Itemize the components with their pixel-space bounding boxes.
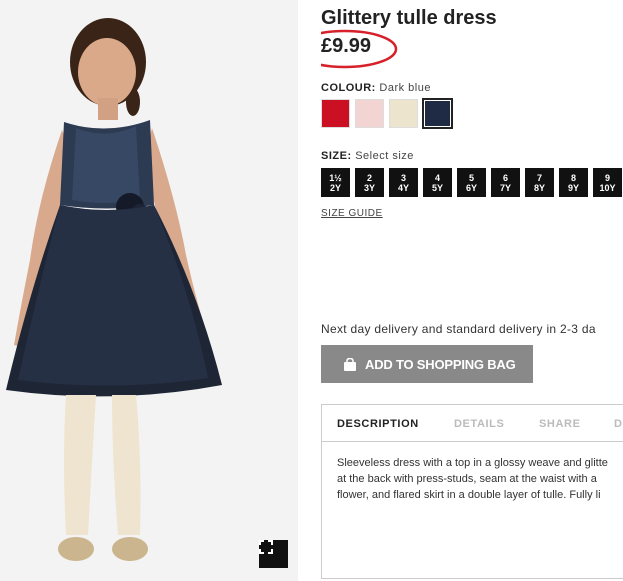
size-top: 4 [434, 172, 440, 183]
size-prompt: Select size [355, 150, 414, 162]
size-label: SIZE: [321, 150, 352, 162]
size-button[interactable]: 4 5Y [423, 168, 452, 197]
swatch-cream[interactable] [389, 99, 418, 128]
description-text: Sleeveless dress with a top in a glossy … [337, 455, 623, 503]
product-photo [0, 0, 298, 581]
size-bottom: 2Y [329, 182, 341, 193]
tab-description[interactable]: DESCRIPTION [337, 418, 419, 430]
product-title: Glittery tulle dress [321, 7, 497, 29]
size-bottom: 6Y [465, 182, 477, 193]
tab-share[interactable]: SHARE [539, 418, 581, 430]
size-button[interactable]: 2 3Y [355, 168, 384, 197]
size-button[interactable]: 3 4Y [389, 168, 418, 197]
size-bottom: 9Y [567, 182, 579, 193]
add-to-bag-label: ADD TO SHOPPING BAG [365, 356, 516, 372]
fullscreen-button[interactable] [259, 540, 288, 568]
size-bottom: 7Y [499, 182, 511, 193]
size-top: 2 [366, 172, 372, 183]
colour-label: COLOUR: [321, 82, 376, 94]
size-top: 1½ [329, 172, 342, 183]
product-image[interactable] [0, 0, 298, 581]
description-line: at the back with press-studs, seam at th… [337, 473, 597, 485]
size-guide-link[interactable]: SIZE GUIDE [321, 208, 383, 219]
size-button[interactable]: 7 8Y [525, 168, 554, 197]
add-to-bag-button[interactable]: ADD TO SHOPPING BAG [321, 345, 533, 383]
tab-details[interactable]: DETAILS [454, 418, 504, 430]
colour-swatches [321, 98, 453, 129]
swatch-light-pink[interactable] [355, 99, 384, 128]
size-bottom: 3Y [363, 182, 375, 193]
size-bottom: 10Y [599, 182, 616, 193]
delivery-info: Next day delivery and standard delivery … [321, 322, 596, 336]
colour-label-row: COLOUR: Dark blue [321, 82, 431, 94]
colour-selected-value: Dark blue [379, 82, 431, 94]
swatch-dark-blue[interactable] [422, 98, 453, 129]
size-bottom: 8Y [533, 182, 545, 193]
size-top: 5 [468, 172, 474, 183]
size-button[interactable]: 1½ 2Y [321, 168, 350, 197]
size-top: 8 [570, 172, 576, 183]
size-label-row: SIZE: Select size [321, 150, 414, 162]
size-button[interactable]: 8 9Y [559, 168, 588, 197]
size-top: 9 [604, 172, 610, 183]
size-button[interactable]: 6 7Y [491, 168, 520, 197]
product-price: £9.99 [321, 35, 372, 57]
size-button[interactable]: 9 10Y [593, 168, 622, 197]
size-top: 3 [400, 172, 406, 183]
size-options: 1½ 2Y 2 3Y 3 4Y 4 5Y 5 6Y 6 7Y 7 8Y 8 9Y 9 10Y [321, 168, 622, 197]
tab-delivery[interactable]: D [614, 418, 623, 430]
shopping-bag-icon [344, 357, 356, 371]
size-bottom: 4Y [397, 182, 409, 193]
size-button[interactable]: 5 6Y [457, 168, 486, 197]
size-top: 7 [536, 172, 542, 183]
description-line: Sleeveless dress with a top in a glossy … [337, 457, 608, 469]
tab-bar: DESCRIPTION DETAILS SHARE D [322, 405, 623, 442]
swatch-red[interactable] [321, 99, 350, 128]
fullscreen-icon [259, 540, 273, 554]
product-details: Glittery tulle dress £9.99 COLOUR: Dark … [321, 0, 623, 581]
size-bottom: 5Y [431, 182, 443, 193]
size-top: 6 [502, 172, 508, 183]
product-info-tabs: DESCRIPTION DETAILS SHARE D Sleeveless d… [321, 404, 623, 579]
description-line: flower, and flared skirt in a double lay… [337, 489, 601, 501]
